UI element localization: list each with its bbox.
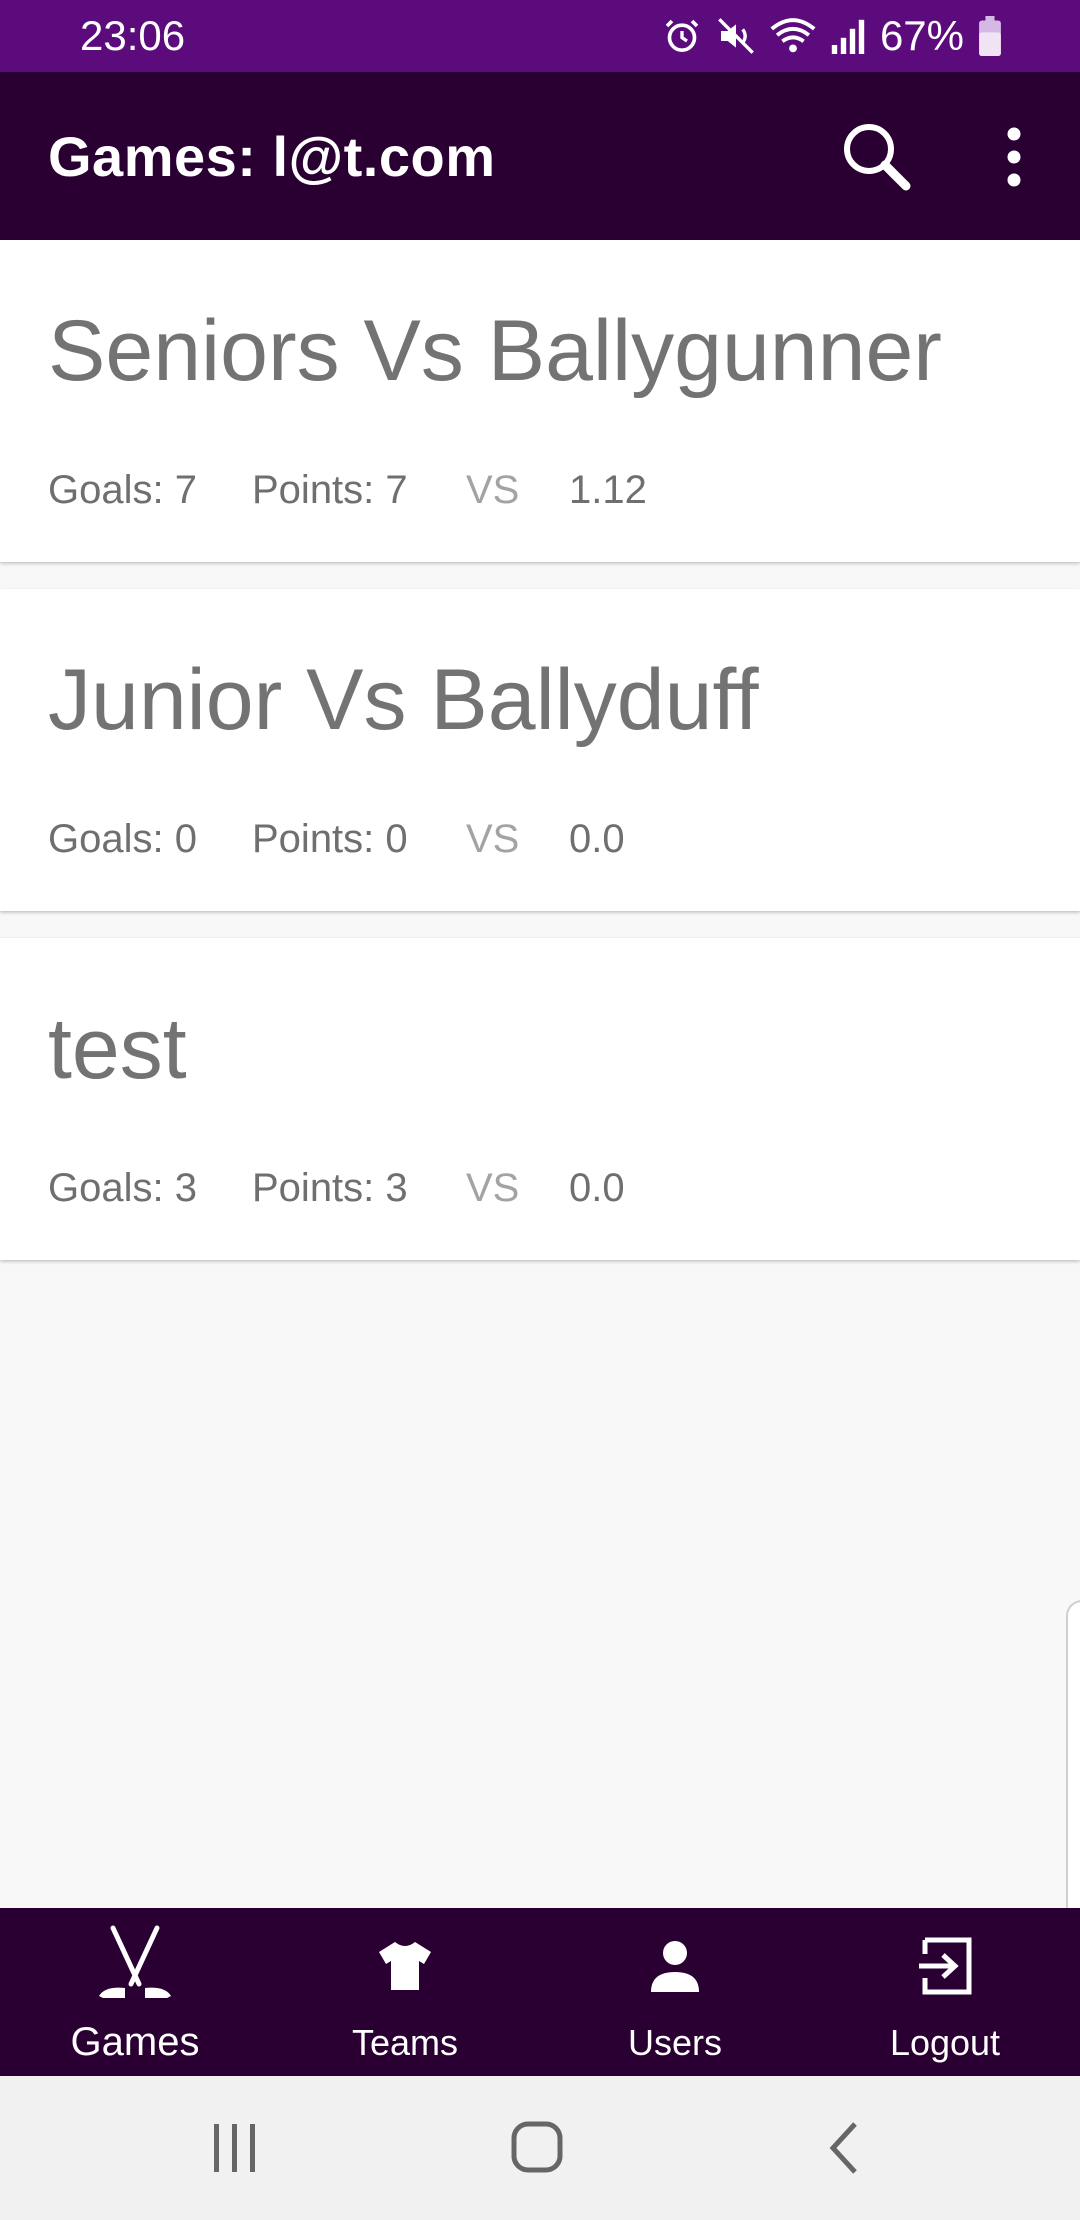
shirt-icon <box>379 1942 431 1990</box>
points-value: Points: 7 <box>252 468 408 512</box>
game-title: Junior Vs Ballyduff <box>48 652 759 748</box>
signal-icon <box>830 16 866 56</box>
nav-item-logout[interactable]: Logout <box>810 1908 1080 2076</box>
vs-label: VS <box>466 468 520 512</box>
home-icon <box>511 2121 563 2173</box>
goals-value: Goals: 0 <box>48 817 197 861</box>
points-value: Points: 3 <box>252 1166 408 1210</box>
opponent-score: 1.12 <box>569 468 647 512</box>
nav-item-teams[interactable]: Teams <box>270 1908 540 2076</box>
status-bar: 23:06 67% <box>0 0 1080 72</box>
goals-value: Goals: 7 <box>48 468 197 512</box>
search-button[interactable] <box>836 116 916 196</box>
game-title: Seniors Vs Ballygunner <box>48 303 942 399</box>
alarm-icon <box>662 16 702 56</box>
search-icon <box>844 124 911 191</box>
bottom-navigation: Games Teams Users Logout <box>0 1908 1080 2076</box>
battery-icon <box>978 16 1002 56</box>
game-card[interactable]: test Goals: 3 Points: 3 VS 0.0 <box>0 938 1080 1260</box>
back-icon <box>829 2122 857 2174</box>
vs-label: VS <box>466 1166 520 1210</box>
system-navigation-bar <box>0 2076 1080 2220</box>
more-vert-icon <box>1007 127 1021 187</box>
overflow-menu-button[interactable] <box>990 122 1038 192</box>
mute-icon <box>716 16 756 56</box>
back-button[interactable] <box>815 2120 875 2181</box>
nav-label-logout: Logout <box>889 2022 1001 2063</box>
vs-label: VS <box>466 817 520 861</box>
game-card[interactable]: Seniors Vs Ballygunner Goals: 7 Points: … <box>0 240 1080 562</box>
game-card[interactable]: Junior Vs Ballyduff Goals: 0 Points: 0 V… <box>0 589 1080 911</box>
recents-icon <box>214 2124 255 2172</box>
page-title: Games: l@t.com <box>48 125 496 188</box>
battery-percent: 67% <box>879 12 964 59</box>
nav-label-teams: Teams <box>351 2022 459 2063</box>
opponent-score: 0.0 <box>569 817 625 861</box>
recents-button[interactable] <box>205 2120 265 2181</box>
wifi-icon <box>770 16 816 56</box>
status-time: 23:06 <box>80 12 186 59</box>
nav-item-games[interactable]: Games <box>0 1908 270 2076</box>
nav-label-games: Games <box>70 2020 200 2064</box>
app-bar: Games: l@t.com <box>0 72 1080 240</box>
nav-item-users[interactable]: Users <box>540 1908 810 2076</box>
game-title: test <box>48 1001 187 1097</box>
nav-label-users: Users <box>627 2022 722 2063</box>
points-value: Points: 0 <box>252 817 408 861</box>
status-icons: 67% <box>662 10 1002 62</box>
logout-icon <box>919 1937 972 1995</box>
home-button[interactable] <box>508 2120 568 2181</box>
opponent-score: 0.0 <box>569 1166 625 1210</box>
person-icon <box>651 1941 699 1992</box>
hockey-sticks-icon <box>99 1925 171 1998</box>
goals-value: Goals: 3 <box>48 1166 197 1210</box>
screen: 23:06 67% Games: l@t.com Seniors Vs Ball… <box>0 0 1080 2220</box>
